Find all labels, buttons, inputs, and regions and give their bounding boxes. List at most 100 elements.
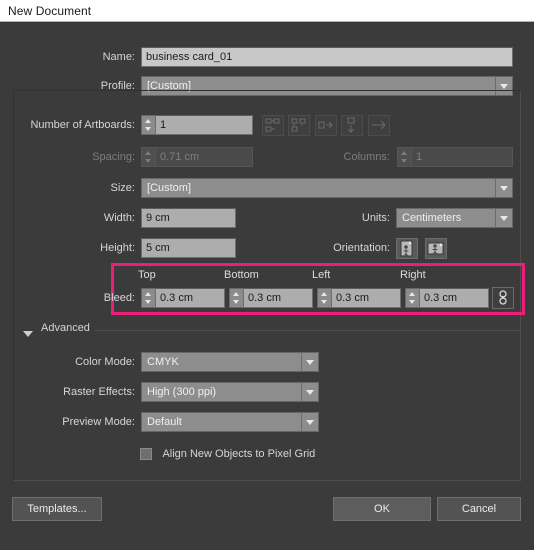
bleed-bottom-label: Bottom [224,269,259,281]
width-input[interactable] [141,208,236,228]
chevron-down-icon[interactable] [301,383,318,401]
units-label: Units: [361,212,390,224]
columns-stepper[interactable] [397,147,411,167]
color-mode-label: Color Mode: [75,356,135,368]
stepper-up-icon [321,292,327,296]
size-dropdown[interactable]: [Custom] [141,178,513,198]
preview-mode-row: Preview Mode: Default [0,412,534,432]
arrange-by-column-icon[interactable] [341,115,364,136]
bleed-top-input[interactable] [155,288,225,308]
advanced-section-header[interactable]: Advanced [23,322,523,342]
templates-button[interactable]: Templates... [12,497,102,521]
units-dropdown[interactable]: Centimeters [396,208,513,228]
height-orientation-row: Height: Orientation: [0,238,534,259]
raster-effects-row: Raster Effects: High (300 ppi) [0,382,534,402]
bleed-left-label: Left [312,269,331,281]
bleed-right-stepper[interactable] [405,288,419,308]
artboards-row: Number of Artboards: [0,115,534,136]
units-value: Centimeters [402,212,462,224]
bleed-label: Bleed: [103,292,135,304]
bleed-bottom-input[interactable] [243,288,313,308]
align-pixel-grid-row[interactable]: Align New Objects to Pixel Grid [140,445,315,463]
artboard-layout-buttons [262,115,364,140]
layout-direction-button-group [368,115,390,140]
stepper-up-icon [145,119,151,123]
stepper-down-icon [145,300,151,304]
raster-effects-value: High (300 ppi) [147,386,217,398]
stepper-down-icon [401,159,407,163]
title-bar: New Document [0,0,534,22]
size-label: Size: [110,182,135,194]
align-pixel-grid-label: Align New Objects to Pixel Grid [162,447,316,460]
window-title: New Document [8,4,92,18]
color-mode-row: Color Mode: CMYK [0,352,534,372]
number-of-artboards-stepper[interactable] [141,115,155,135]
stepper-down-icon [233,300,239,304]
name-input[interactable] [141,47,513,67]
columns-stepper-group [397,147,513,167]
ok-button[interactable]: OK [333,497,431,521]
spacing-stepper[interactable] [141,147,155,167]
grid-by-row-icon[interactable] [262,115,284,136]
name-row: Name: [0,47,534,67]
grid-by-column-icon[interactable] [288,115,311,136]
bleed-left-input[interactable] [331,288,401,308]
chevron-down-icon[interactable] [495,179,512,197]
portrait-icon[interactable] [396,238,418,259]
color-mode-value: CMYK [147,356,179,368]
bleed-bottom-group [229,288,313,308]
dialog-body: Name: Profile: [Custom] Number of Artboa… [0,23,534,550]
chevron-down-icon[interactable] [23,331,33,337]
stepper-up-icon [401,151,407,155]
preview-mode-label: Preview Mode: [62,416,135,428]
stepper-up-icon [145,151,151,155]
bleed-left-group [317,288,401,308]
bleed-top-group [141,288,225,308]
bleed-left-stepper[interactable] [317,288,331,308]
bleed-right-input[interactable] [419,288,489,308]
bleed-right-label: Right [400,269,426,281]
stepper-up-icon [233,292,239,296]
advanced-divider [95,330,520,331]
chevron-down-icon[interactable] [495,209,512,227]
color-mode-dropdown[interactable]: CMYK [141,352,319,372]
width-label: Width: [103,212,135,224]
size-row: Size: [Custom] [0,178,534,198]
layout-direction-icon[interactable] [368,115,390,136]
number-of-artboards-stepper-group [141,115,253,135]
bleed-top-label: Top [138,269,156,281]
spacing-columns-row: Spacing: Columns: [0,147,534,167]
stepper-down-icon [145,159,151,163]
size-value: [Custom] [147,182,192,194]
orientation-label: Orientation: [333,242,390,254]
cancel-button[interactable]: Cancel [437,497,521,521]
stepper-down-icon [145,127,151,131]
width-units-row: Width: Units: Centimeters [0,208,534,228]
raster-effects-dropdown[interactable]: High (300 ppi) [141,382,319,402]
number-of-artboards-input[interactable] [155,115,253,135]
arrange-by-row-icon[interactable] [314,115,337,136]
orientation-buttons [396,238,448,263]
height-input[interactable] [141,238,236,258]
bleed-bottom-stepper[interactable] [229,288,243,308]
bleed-right-group [405,288,489,308]
raster-effects-label: Raster Effects: [63,386,135,398]
stepper-down-icon [409,300,415,304]
align-pixel-grid-checkbox[interactable] [140,447,152,460]
stepper-down-icon [321,300,327,304]
landscape-icon[interactable] [425,238,448,259]
spacing-stepper-group [141,147,253,167]
spacing-input[interactable] [155,147,253,167]
columns-input[interactable] [411,147,513,167]
bleed-top-stepper[interactable] [141,288,155,308]
chevron-down-icon[interactable] [301,413,318,431]
link-chain-icon[interactable] [492,287,514,309]
preview-mode-dropdown[interactable]: Default [141,412,319,432]
advanced-label: Advanced [41,322,90,334]
preview-mode-value: Default [147,416,182,428]
spacing-label: Spacing: [92,151,135,163]
chevron-down-icon[interactable] [301,353,318,371]
name-label: Name: [102,51,135,63]
stepper-up-icon [145,292,151,296]
new-document-dialog: New Document Name: Profile: [Custom] Num… [0,0,534,550]
